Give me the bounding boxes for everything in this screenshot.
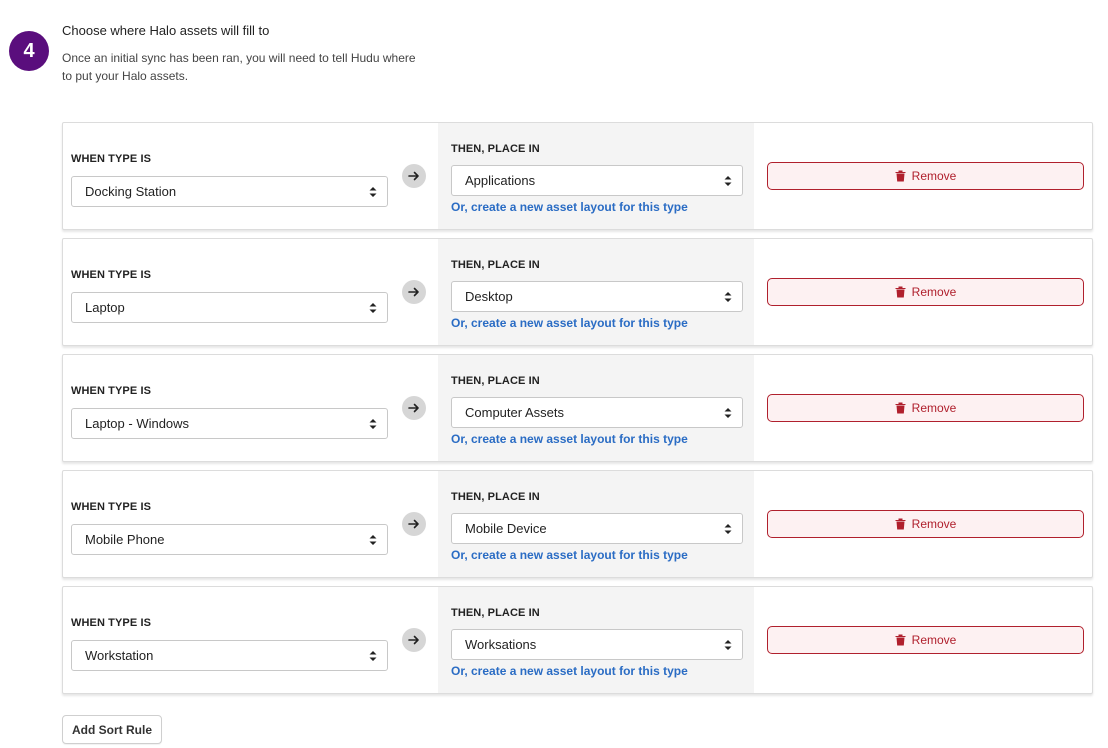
when-type-select[interactable]: Laptop <box>71 292 388 323</box>
place-in-value: Desktop <box>465 289 513 304</box>
when-column: WHEN TYPE IS Docking Station <box>63 123 401 229</box>
remove-rule-button[interactable]: Remove <box>767 394 1084 422</box>
place-in-value: Worksations <box>465 637 537 652</box>
arrow-right-icon <box>402 512 426 536</box>
when-type-value: Mobile Phone <box>85 532 165 547</box>
then-column: THEN, PLACE IN Worksations Or, create a … <box>438 587 754 693</box>
step-description: Once an initial sync has been ran, you w… <box>62 51 416 83</box>
arrow-right-icon <box>402 164 426 188</box>
then-column: THEN, PLACE IN Computer Assets Or, creat… <box>438 355 754 461</box>
remove-rule-button[interactable]: Remove <box>767 626 1084 654</box>
place-in-label: THEN, PLACE IN <box>451 607 540 619</box>
trash-icon <box>895 518 906 530</box>
sort-rule: WHEN TYPE IS Laptop THEN, PLACE IN Deskt… <box>62 238 1093 346</box>
place-in-value: Applications <box>465 173 536 188</box>
action-column: Remove <box>754 123 1092 229</box>
create-asset-layout-link[interactable]: Or, create a new asset layout for this t… <box>451 316 688 330</box>
sort-rule: WHEN TYPE IS Workstation THEN, PLACE IN … <box>62 586 1093 694</box>
arrow-right-icon <box>402 628 426 652</box>
when-type-value: Workstation <box>85 648 154 663</box>
remove-label: Remove <box>911 401 957 415</box>
action-column: Remove <box>754 471 1092 577</box>
step-title: Choose where Halo assets will fill to <box>62 23 270 38</box>
when-type-value: Laptop <box>85 300 125 315</box>
then-column: THEN, PLACE IN Desktop Or, create a new … <box>438 239 754 345</box>
chevron-up-down-icon <box>369 535 377 545</box>
when-type-select[interactable]: Mobile Phone <box>71 524 388 555</box>
when-type-select[interactable]: Workstation <box>71 640 388 671</box>
chevron-up-down-icon <box>724 524 732 534</box>
create-asset-layout-link[interactable]: Or, create a new asset layout for this t… <box>451 664 688 678</box>
trash-icon <box>895 634 906 646</box>
remove-label: Remove <box>911 633 957 647</box>
remove-rule-button[interactable]: Remove <box>767 162 1084 190</box>
then-column: THEN, PLACE IN Mobile Device Or, create … <box>438 471 754 577</box>
when-type-value: Docking Station <box>85 184 177 199</box>
chevron-up-down-icon <box>369 651 377 661</box>
place-in-select[interactable]: Applications <box>451 165 743 196</box>
remove-label: Remove <box>911 169 957 183</box>
place-in-select[interactable]: Worksations <box>451 629 743 660</box>
step-number-badge: 4 <box>9 31 49 71</box>
when-type-label: WHEN TYPE IS <box>71 617 152 629</box>
chevron-up-down-icon <box>724 408 732 418</box>
remove-rule-button[interactable]: Remove <box>767 510 1084 538</box>
arrow-column <box>401 239 438 345</box>
when-type-select[interactable]: Laptop - Windows <box>71 408 388 439</box>
add-sort-rule-button[interactable]: Add Sort Rule <box>62 715 162 744</box>
place-in-label: THEN, PLACE IN <box>451 143 540 155</box>
arrow-right-icon <box>402 280 426 304</box>
remove-rule-button[interactable]: Remove <box>767 278 1084 306</box>
when-type-value: Laptop - Windows <box>85 416 190 431</box>
action-column: Remove <box>754 355 1092 461</box>
chevron-up-down-icon <box>369 187 377 197</box>
chevron-up-down-icon <box>724 640 732 650</box>
step-number: 4 <box>23 39 35 62</box>
when-type-label: WHEN TYPE IS <box>71 385 152 397</box>
trash-icon <box>895 402 906 414</box>
arrow-column <box>401 123 438 229</box>
chevron-up-down-icon <box>369 419 377 429</box>
sort-rule: WHEN TYPE IS Mobile Phone THEN, PLACE IN… <box>62 470 1093 578</box>
sort-rules-list: WHEN TYPE IS Docking Station THEN, PLACE… <box>62 122 1093 702</box>
remove-label: Remove <box>911 285 957 299</box>
arrow-column <box>401 587 438 693</box>
place-in-label: THEN, PLACE IN <box>451 375 540 387</box>
create-asset-layout-link[interactable]: Or, create a new asset layout for this t… <box>451 548 688 562</box>
trash-icon <box>895 286 906 298</box>
create-asset-layout-link[interactable]: Or, create a new asset layout for this t… <box>451 200 688 214</box>
arrow-right-icon <box>402 396 426 420</box>
chevron-up-down-icon <box>724 176 732 186</box>
create-asset-layout-link[interactable]: Or, create a new asset layout for this t… <box>451 432 688 446</box>
remove-label: Remove <box>911 517 957 531</box>
when-type-label: WHEN TYPE IS <box>71 501 152 513</box>
place-in-label: THEN, PLACE IN <box>451 491 540 503</box>
place-in-value: Computer Assets <box>465 405 564 420</box>
action-column: Remove <box>754 587 1092 693</box>
place-in-select[interactable]: Desktop <box>451 281 743 312</box>
when-column: WHEN TYPE IS Mobile Phone <box>63 471 401 577</box>
sort-rule: WHEN TYPE IS Laptop - Windows THEN, PLAC… <box>62 354 1093 462</box>
when-type-label: WHEN TYPE IS <box>71 269 152 281</box>
arrow-column <box>401 355 438 461</box>
chevron-up-down-icon <box>369 303 377 313</box>
sort-rule: WHEN TYPE IS Docking Station THEN, PLACE… <box>62 122 1093 230</box>
when-column: WHEN TYPE IS Workstation <box>63 587 401 693</box>
chevron-up-down-icon <box>724 292 732 302</box>
place-in-select[interactable]: Computer Assets <box>451 397 743 428</box>
place-in-value: Mobile Device <box>465 521 547 536</box>
arrow-column <box>401 471 438 577</box>
then-column: THEN, PLACE IN Applications Or, create a… <box>438 123 754 229</box>
trash-icon <box>895 170 906 182</box>
when-column: WHEN TYPE IS Laptop - Windows <box>63 355 401 461</box>
when-type-label: WHEN TYPE IS <box>71 153 152 165</box>
place-in-select[interactable]: Mobile Device <box>451 513 743 544</box>
when-type-select[interactable]: Docking Station <box>71 176 388 207</box>
when-column: WHEN TYPE IS Laptop <box>63 239 401 345</box>
place-in-label: THEN, PLACE IN <box>451 259 540 271</box>
action-column: Remove <box>754 239 1092 345</box>
